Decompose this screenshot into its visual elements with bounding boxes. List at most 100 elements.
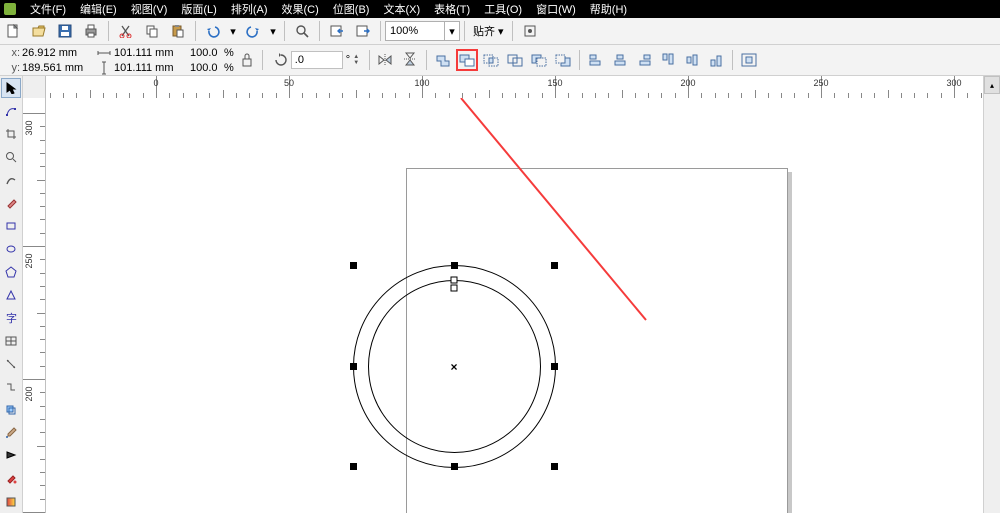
intersect-button[interactable] — [480, 49, 502, 71]
align-top-button[interactable] — [657, 49, 679, 71]
redo-button[interactable] — [241, 19, 265, 43]
tool-shape[interactable] — [1, 101, 21, 121]
node-top2[interactable] — [451, 285, 458, 292]
menu-table[interactable]: 表格(T) — [434, 1, 470, 17]
align-vcenter-button[interactable] — [681, 49, 703, 71]
rotation-input[interactable] — [291, 51, 343, 69]
menu-layout[interactable]: 版面(L) — [181, 1, 216, 17]
scroll-track[interactable] — [984, 94, 1000, 513]
x-value[interactable]: 26.912 mm — [20, 47, 92, 59]
new-button[interactable] — [1, 19, 25, 43]
align-hcenter-button[interactable] — [609, 49, 631, 71]
handle-bc[interactable] — [451, 463, 458, 470]
tool-effects[interactable] — [1, 400, 21, 420]
menu-window[interactable]: 窗口(W) — [536, 1, 576, 17]
handle-bl[interactable] — [350, 463, 357, 470]
separator — [512, 21, 513, 41]
separator — [319, 21, 320, 41]
handle-ml[interactable] — [350, 363, 357, 370]
canvas[interactable]: × — [46, 98, 983, 513]
handle-tl[interactable] — [350, 262, 357, 269]
scale-y-value[interactable]: 100.0 — [188, 62, 224, 74]
scale-x-value[interactable]: 100.0 — [188, 47, 224, 59]
tool-fill[interactable] — [1, 469, 21, 489]
canvas-column: 50050100150200250300 300250200150 — [23, 76, 983, 513]
copy-button[interactable] — [140, 19, 164, 43]
y-value[interactable]: 189.561 mm — [20, 62, 92, 74]
deg-label: ° — [343, 54, 353, 66]
menu-edit[interactable]: 编辑(E) — [80, 1, 117, 17]
tool-smart-fill[interactable] — [1, 193, 21, 213]
zoom-input[interactable] — [386, 23, 444, 39]
tool-text[interactable]: 字 — [1, 308, 21, 328]
tool-basic-shapes[interactable] — [1, 285, 21, 305]
tool-freehand[interactable] — [1, 170, 21, 190]
tool-table[interactable] — [1, 331, 21, 351]
chevron-down-icon[interactable]: ▾ — [444, 22, 459, 40]
align-bottom-button[interactable] — [705, 49, 727, 71]
import-button[interactable] — [325, 19, 349, 43]
tool-rectangle[interactable] — [1, 216, 21, 236]
tool-zoom[interactable] — [1, 147, 21, 167]
snap-button[interactable]: 贴齐 ▾ — [469, 23, 508, 39]
save-button[interactable] — [53, 19, 77, 43]
tool-interactive-fill[interactable] — [1, 492, 21, 512]
handle-tr[interactable] — [551, 262, 558, 269]
mirror-horizontal-button[interactable] — [375, 49, 397, 71]
export-button[interactable] — [351, 19, 375, 43]
lock-ratio-button[interactable] — [236, 49, 258, 71]
menu-effects[interactable]: 效果(C) — [282, 1, 319, 17]
scroll-up-button[interactable]: ▴ — [984, 76, 1000, 94]
tool-connector[interactable] — [1, 377, 21, 397]
separator — [262, 50, 263, 70]
menu-file[interactable]: 文件(F) — [30, 1, 66, 17]
separator — [732, 50, 733, 70]
height-value[interactable]: 101.111 mm — [112, 62, 184, 74]
menu-text[interactable]: 文本(X) — [383, 1, 420, 17]
tool-pick[interactable] — [1, 78, 21, 98]
menu-view[interactable]: 视图(V) — [131, 1, 168, 17]
tool-crop[interactable] — [1, 124, 21, 144]
menu-help[interactable]: 帮助(H) — [590, 1, 627, 17]
pct-label: % — [224, 62, 234, 74]
back-minus-front-button[interactable] — [552, 49, 574, 71]
align-within-button[interactable] — [738, 49, 760, 71]
scale-group: 100.0% 100.0% — [186, 45, 236, 75]
paste-button[interactable] — [166, 19, 190, 43]
trim-button[interactable] — [456, 49, 478, 71]
weld-button[interactable] — [432, 49, 454, 71]
horizontal-ruler[interactable]: 50050100150200250300 — [46, 76, 983, 99]
size-group: 101.111 mm 101.111 mm — [94, 45, 186, 75]
node-top[interactable] — [451, 277, 458, 284]
width-value[interactable]: 101.111 mm — [112, 47, 184, 59]
mirror-vertical-button[interactable] — [399, 49, 421, 71]
menu-tools[interactable]: 工具(O) — [484, 1, 522, 17]
vertical-scrollbar[interactable]: ▴ — [983, 76, 1000, 513]
handle-tc[interactable] — [451, 262, 458, 269]
vertical-ruler[interactable]: 300250200150 — [23, 98, 46, 513]
simplify-button[interactable] — [504, 49, 526, 71]
open-button[interactable] — [27, 19, 51, 43]
tool-outline[interactable] — [1, 446, 21, 466]
undo-dropdown[interactable]: ▾ — [227, 19, 239, 43]
print-button[interactable] — [79, 19, 103, 43]
search-button[interactable] — [290, 19, 314, 43]
menu-bitmap[interactable]: 位图(B) — [333, 1, 370, 17]
handle-br[interactable] — [551, 463, 558, 470]
tool-polygon[interactable] — [1, 262, 21, 282]
zoom-combo[interactable]: ▾ — [385, 21, 460, 41]
front-minus-back-button[interactable] — [528, 49, 550, 71]
tool-dimension[interactable] — [1, 354, 21, 374]
toolbox: 字 — [0, 76, 23, 513]
menu-arrange[interactable]: 排列(A) — [231, 1, 268, 17]
undo-button[interactable] — [201, 19, 225, 43]
options-button[interactable] — [518, 19, 542, 43]
align-left-button[interactable] — [585, 49, 607, 71]
tool-ellipse[interactable] — [1, 239, 21, 259]
align-right-button[interactable] — [633, 49, 655, 71]
cut-button[interactable] — [114, 19, 138, 43]
handle-mr[interactable] — [551, 363, 558, 370]
ruler-corner — [23, 76, 46, 99]
redo-dropdown[interactable]: ▾ — [267, 19, 279, 43]
tool-eyedropper[interactable] — [1, 423, 21, 443]
